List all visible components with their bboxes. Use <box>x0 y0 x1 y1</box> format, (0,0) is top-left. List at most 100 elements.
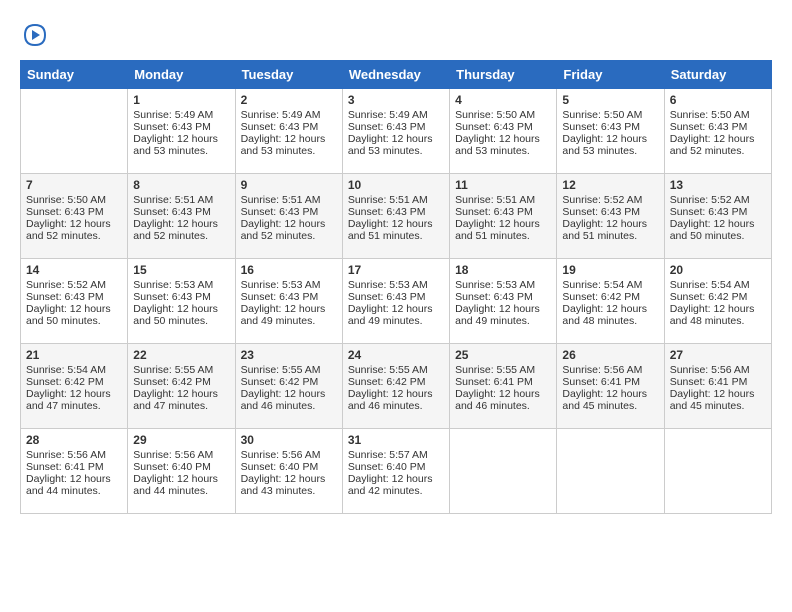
cell-info-line: Sunset: 6:43 PM <box>670 121 766 133</box>
day-number: 4 <box>455 93 551 107</box>
calendar-week-row: 28 Sunrise: 5:56 AM Sunset: 6:41 PM Dayligh… <box>21 429 772 514</box>
calendar-cell: 9Sunrise: 5:51 AMSunset: 6:43 PMDaylight… <box>235 174 342 259</box>
calendar-cell: 26Sunrise: 5:56 AMSunset: 6:41 PMDayligh… <box>557 344 664 429</box>
calendar-week-row: 21Sunrise: 5:54 AMSunset: 6:42 PMDayligh… <box>21 344 772 429</box>
calendar-cell: 12Sunrise: 5:52 AMSunset: 6:43 PMDayligh… <box>557 174 664 259</box>
cell-info-line: Sunset: 6:42 PM <box>348 376 444 388</box>
cell-info-line: and 53 minutes. <box>455 145 551 157</box>
cell-info-line: Sunrise: 5:56 AM <box>241 449 337 461</box>
calendar-cell: 13Sunrise: 5:52 AMSunset: 6:43 PMDayligh… <box>664 174 771 259</box>
cell-info-line: Sunrise: 5:55 AM <box>241 364 337 376</box>
day-number: 28 <box>26 433 122 447</box>
day-number: 1 <box>133 93 229 107</box>
cell-info-line: Daylight: 12 hours <box>455 133 551 145</box>
calendar-cell: 30Sunrise: 5:56 AMSunset: 6:40 PMDayligh… <box>235 429 342 514</box>
day-number: 27 <box>670 348 766 362</box>
day-number: 8 <box>133 178 229 192</box>
cell-info-line: Daylight: 12 hours <box>241 303 337 315</box>
calendar-cell: 4 Sunrise: 5:50 AMSunset: 6:43 PMDaylight… <box>450 89 557 174</box>
day-number: 7 <box>26 178 122 192</box>
calendar-cell: 25Sunrise: 5:55 AMSunset: 6:41 PMDayligh… <box>450 344 557 429</box>
cell-info-line: Sunset: 6:43 PM <box>26 291 122 303</box>
day-number: 20 <box>670 263 766 277</box>
cell-info-line: Daylight: 12 hours <box>348 218 444 230</box>
cell-info-line: Daylight: 12 hours <box>562 388 658 400</box>
calendar-week-row: 14Sunrise: 5:52 AMSunset: 6:43 PMDayligh… <box>21 259 772 344</box>
cell-info-line: Sunset: 6:43 PM <box>455 291 551 303</box>
cell-info-line: Sunset: 6:42 PM <box>562 291 658 303</box>
cell-info-line: Sunset: 6:43 PM <box>241 121 337 133</box>
day-number: 16 <box>241 263 337 277</box>
day-number: 23 <box>241 348 337 362</box>
cell-info-line: Sunrise: 5:55 AM <box>455 364 551 376</box>
calendar-cell: 6Sunrise: 5:50 AMSunset: 6:43 PMDaylight… <box>664 89 771 174</box>
cell-info-line: Sunrise: 5:50 AM <box>455 109 551 121</box>
cell-info-line: Sunrise: 5:53 AM <box>241 279 337 291</box>
calendar-cell: 17Sunrise: 5:53 AMSunset: 6:43 PMDayligh… <box>342 259 449 344</box>
cell-info-line: Daylight: 12 hours <box>26 303 122 315</box>
calendar-cell: 20Sunrise: 5:54 AMSunset: 6:42 PMDayligh… <box>664 259 771 344</box>
cell-info-line: and 48 minutes. <box>562 315 658 327</box>
cell-info-line: Sunset: 6:41 PM <box>562 376 658 388</box>
calendar-cell: 10Sunrise: 5:51 AMSunset: 6:43 PMDayligh… <box>342 174 449 259</box>
cell-info-line: Daylight: 12 hours <box>670 133 766 145</box>
cell-info-line: Sunrise: 5:55 AM <box>133 364 229 376</box>
cell-info-line: Sunset: 6:43 PM <box>26 206 122 218</box>
calendar-cell: 23Sunrise: 5:55 AMSunset: 6:42 PMDayligh… <box>235 344 342 429</box>
cell-info-line: Daylight: 12 hours <box>133 303 229 315</box>
cell-info-line: and 53 minutes. <box>348 145 444 157</box>
cell-info-line: Daylight: 12 hours <box>455 388 551 400</box>
cell-info-line: Daylight: 12 hours <box>133 388 229 400</box>
cell-info-line: Sunrise: 5:54 AM <box>670 279 766 291</box>
cell-info-line: Sunset: 6:43 PM <box>670 206 766 218</box>
calendar-cell <box>664 429 771 514</box>
weekday-header: Thursday <box>450 61 557 89</box>
cell-info-line: Daylight: 12 hours <box>562 218 658 230</box>
cell-info-line: Sunrise: 5:49 AM <box>348 109 444 121</box>
calendar-cell: 31Sunrise: 5:57 AMSunset: 6:40 PMDayligh… <box>342 429 449 514</box>
cell-info-line: Daylight: 12 hours <box>670 388 766 400</box>
cell-info-line: Sunset: 6:43 PM <box>455 121 551 133</box>
cell-info-line: Sunset: 6:43 PM <box>133 121 229 133</box>
cell-info-line: Daylight: 12 hours <box>241 133 337 145</box>
calendar-cell: 29Sunrise: 5:56 AMSunset: 6:40 PMDayligh… <box>128 429 235 514</box>
cell-info-line: Sunset: 6:43 PM <box>562 121 658 133</box>
cell-info-line: and 44 minutes. <box>26 485 122 497</box>
cell-info-line: Daylight: 12 hours <box>348 388 444 400</box>
calendar-cell: 2Sunrise: 5:49 AMSunset: 6:43 PMDaylight… <box>235 89 342 174</box>
cell-info-line: and 50 minutes. <box>670 230 766 242</box>
cell-info-line: Sunrise: 5:51 AM <box>133 194 229 206</box>
cell-info-line: Sunset: 6:41 PM <box>26 461 122 473</box>
cell-info-line: Daylight: 12 hours <box>670 303 766 315</box>
cell-info-line: Sunrise: 5:50 AM <box>26 194 122 206</box>
cell-info-line: and 44 minutes. <box>133 485 229 497</box>
cell-info-line: Sunset: 6:41 PM <box>455 376 551 388</box>
cell-info-line: Sunrise: 5:49 AM <box>133 109 229 121</box>
cell-info-line: Daylight: 12 hours <box>670 218 766 230</box>
cell-info-line: Daylight: 12 hours <box>133 473 229 485</box>
day-number: 22 <box>133 348 229 362</box>
weekday-header: Tuesday <box>235 61 342 89</box>
cell-info-line: Daylight: 12 hours <box>562 133 658 145</box>
logo <box>20 20 54 50</box>
cell-info-line: and 49 minutes. <box>348 315 444 327</box>
cell-info-line: Sunset: 6:40 PM <box>241 461 337 473</box>
cell-info-line: Sunset: 6:43 PM <box>562 206 658 218</box>
header-row: SundayMondayTuesdayWednesdayThursdayFrid… <box>21 61 772 89</box>
cell-info-line: and 46 minutes. <box>348 400 444 412</box>
cell-info-line: Sunrise: 5:50 AM <box>562 109 658 121</box>
cell-info-line: Sunrise: 5:54 AM <box>562 279 658 291</box>
calendar-cell: 1Sunrise: 5:49 AMSunset: 6:43 PMDaylight… <box>128 89 235 174</box>
day-number: 3 <box>348 93 444 107</box>
weekday-header: Friday <box>557 61 664 89</box>
calendar-cell: 27Sunrise: 5:56 AMSunset: 6:41 PMDayligh… <box>664 344 771 429</box>
day-number: 17 <box>348 263 444 277</box>
cell-info-line: Sunrise: 5:52 AM <box>670 194 766 206</box>
day-number: 19 <box>562 263 658 277</box>
cell-info-line: Daylight: 12 hours <box>26 388 122 400</box>
day-number: 15 <box>133 263 229 277</box>
calendar-cell: 15Sunrise: 5:53 AMSunset: 6:43 PMDayligh… <box>128 259 235 344</box>
cell-info-line: and 53 minutes. <box>133 145 229 157</box>
cell-info-line: Sunset: 6:42 PM <box>26 376 122 388</box>
cell-info-line: and 51 minutes. <box>562 230 658 242</box>
